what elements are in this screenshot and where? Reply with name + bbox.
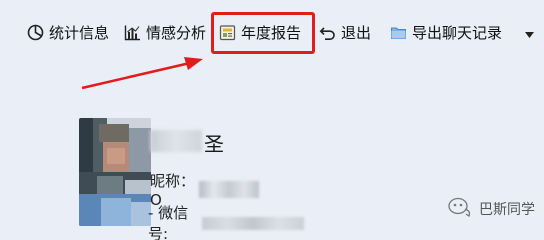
stats-info-label: 统计信息	[49, 23, 110, 42]
watermark-text: 巴斯同学	[479, 202, 535, 218]
annual-report-highlight-box	[211, 12, 315, 54]
nickname-redacted	[199, 181, 259, 198]
stats-info-button[interactable]: 统计信息	[27, 16, 109, 48]
name-redacted	[150, 130, 202, 152]
undo-arrow-icon	[319, 24, 336, 41]
wechat-id-redacted	[201, 216, 305, 230]
logout-label: 退出	[341, 23, 372, 42]
emotion-analysis-button[interactable]: 情感分析	[124, 16, 206, 48]
export-chat-button[interactable]: 导出聊天记录	[390, 16, 502, 48]
folder-icon	[390, 24, 407, 41]
chevron-down-icon[interactable]	[523, 26, 536, 38]
bar-chart-icon	[124, 24, 141, 41]
display-name: 圣	[204, 132, 224, 156]
wechat-id-row: - 微信号:	[148, 202, 305, 240]
wechat-id-label: - 微信号:	[148, 204, 189, 240]
watermark: 巴斯同学	[447, 196, 535, 222]
emotion-analysis-label: 情感分析	[146, 23, 207, 42]
logout-button[interactable]: 退出	[319, 16, 371, 48]
pie-chart-icon	[27, 24, 44, 41]
avatar	[79, 118, 151, 226]
export-chat-label: 导出聊天记录	[412, 23, 503, 42]
wechat-official-account-icon	[447, 196, 473, 222]
